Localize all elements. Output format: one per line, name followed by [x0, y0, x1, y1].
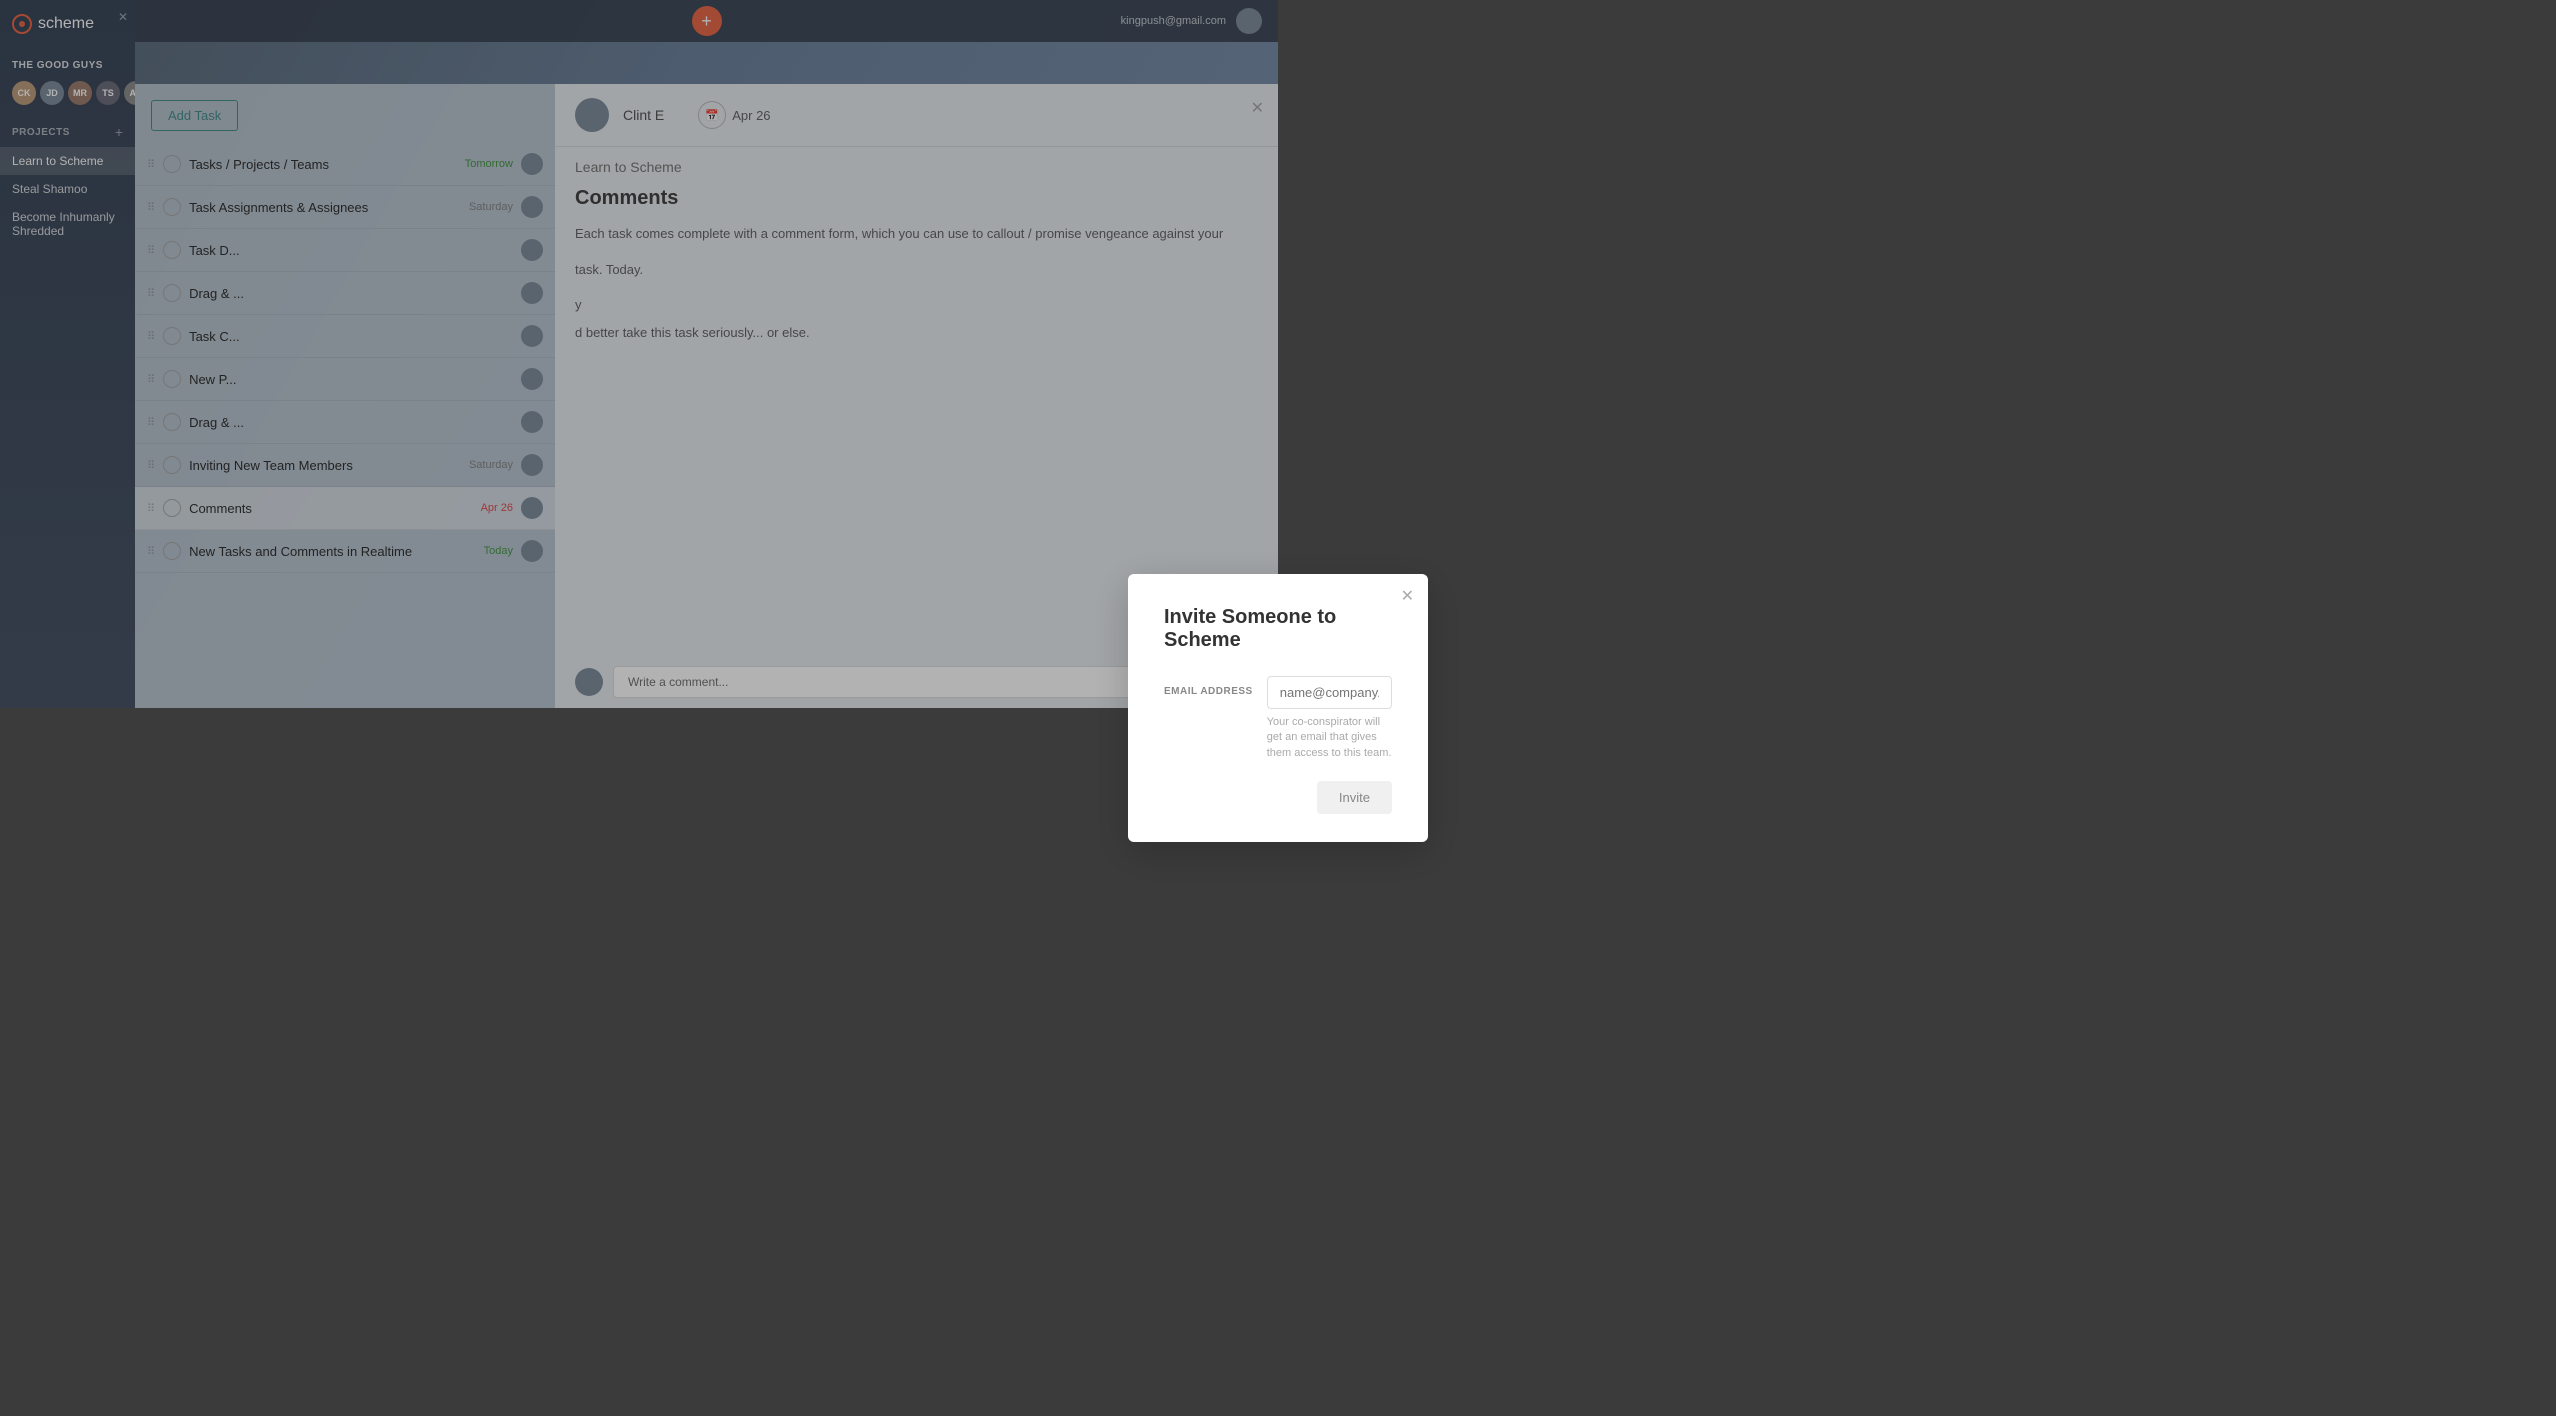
modal-close-button[interactable]: ✕ [1401, 586, 1414, 606]
modal-actions: Invite [1164, 781, 1392, 814]
modal-form-row: EMAIL ADDRESS Your co-conspirator will g… [1164, 676, 1392, 761]
invite-button[interactable]: Invite [1317, 781, 1392, 814]
modal-hint: Your co-conspirator will get an email th… [1267, 715, 1392, 761]
email-input[interactable] [1267, 676, 1392, 709]
modal-input-wrap: Your co-conspirator will get an email th… [1267, 676, 1392, 761]
modal-overlay[interactable]: ✕ Invite Someone to Scheme EMAIL ADDRESS… [0, 0, 2556, 1416]
modal-title: Invite Someone to Scheme [1164, 606, 1392, 652]
invite-modal: ✕ Invite Someone to Scheme EMAIL ADDRESS… [1128, 574, 1428, 842]
email-label: EMAIL ADDRESS [1164, 676, 1253, 697]
